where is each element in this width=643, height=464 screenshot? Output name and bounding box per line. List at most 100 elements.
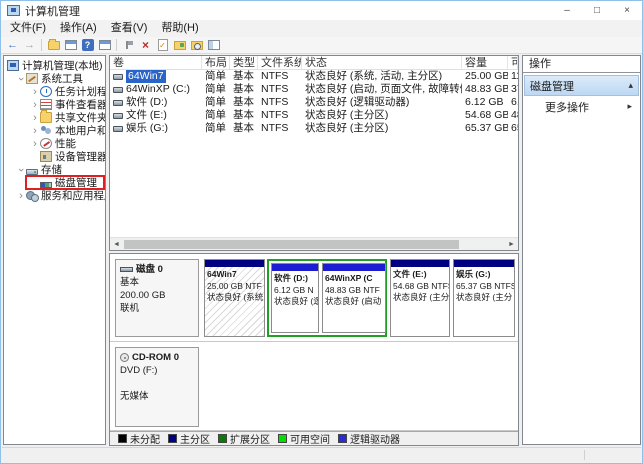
action-flag-icon[interactable]	[121, 38, 136, 52]
primary-partition-bar	[391, 260, 449, 267]
properties-icon[interactable]: ✓	[155, 38, 170, 52]
legend-color-swatch	[168, 434, 177, 443]
expander-icon[interactable]: ›	[16, 74, 26, 84]
folder-up-icon[interactable]	[172, 38, 187, 52]
task-scheduler-icon	[40, 86, 52, 97]
minimize-button[interactable]: –	[552, 1, 582, 20]
menu-bar: 文件(F) 操作(A) 查看(V) 帮助(H)	[1, 20, 642, 37]
expander-icon[interactable]: ›	[16, 165, 26, 175]
legend-color-swatch	[338, 434, 347, 443]
menu-view[interactable]: 查看(V)	[104, 20, 155, 37]
console-tree: 计算机管理(本地) › 系统工具 › 任务计划程序 › 事件查看器 › 共享文件…	[3, 55, 106, 445]
computer-management-window: 计算机管理 – □ × 文件(F) 操作(A) 查看(V) 帮助(H) ← → …	[0, 0, 643, 464]
back-icon[interactable]: ←	[5, 38, 20, 52]
device-manager-icon	[40, 151, 52, 162]
expander-icon[interactable]: ›	[30, 113, 40, 123]
volume-list-header: 卷 布局 类型 文件系统 状态 容量 可用	[110, 56, 518, 70]
performance-icon	[40, 138, 52, 149]
cdrom-info[interactable]: CD-ROM 0 DVD (F:) 无媒体	[115, 347, 199, 427]
primary-partition-bar	[205, 260, 264, 267]
legend-color-swatch	[278, 434, 287, 443]
collapse-icon[interactable]: ▴	[628, 80, 633, 91]
column-type[interactable]: 类型	[230, 56, 258, 69]
actions-group-disk-management[interactable]: 磁盘管理 ▴	[524, 75, 639, 96]
close-button[interactable]: ×	[612, 1, 642, 20]
volume-icon	[113, 74, 123, 80]
toolbar-separator	[116, 39, 117, 51]
menu-file[interactable]: 文件(F)	[3, 20, 53, 37]
logical-drive-bar	[323, 264, 385, 271]
window-title: 计算机管理	[25, 3, 80, 19]
expander-icon[interactable]: ›	[30, 87, 40, 97]
volume-icon	[113, 126, 123, 132]
legend-unallocated: 未分配	[118, 431, 160, 446]
expander-icon[interactable]: ›	[16, 191, 26, 201]
partition-software-d[interactable]: 软件 (D:) 6.12 GB N 状态良好 (逻	[271, 263, 319, 333]
legend-color-swatch	[118, 434, 127, 443]
scrollbar-thumb[interactable]	[124, 240, 459, 249]
cdrom-icon	[120, 353, 129, 362]
local-users-groups-icon	[40, 125, 52, 136]
computer-icon	[7, 60, 19, 71]
panel-view-icon[interactable]	[206, 38, 221, 52]
expander-icon[interactable]: ›	[30, 139, 40, 149]
toolbar-separator	[41, 39, 42, 51]
partition-legend: 未分配 主分区 扩展分区 可用空间 逻辑驱动器	[110, 431, 518, 445]
delete-icon[interactable]: ×	[138, 38, 153, 52]
legend-primary: 主分区	[168, 431, 210, 446]
submenu-arrow-icon: ▸	[627, 101, 632, 112]
tree-item-services-apps[interactable]: › 服务和应用程序	[4, 189, 105, 202]
expander-icon[interactable]: ›	[30, 100, 40, 110]
maximize-button[interactable]: □	[582, 1, 612, 20]
menu-action[interactable]: 操作(A)	[53, 20, 104, 37]
disk0-info[interactable]: 磁盘 0 基本 200.00 GB 联机	[115, 259, 199, 337]
console-window-icon[interactable]	[63, 38, 78, 52]
services-apps-icon	[26, 190, 38, 201]
shared-folders-icon	[40, 112, 52, 123]
actions-title: 操作	[523, 56, 640, 73]
volume-row-file-e[interactable]: 文件 (E:) 简单 基本 NTFS 状态良好 (主分区) 54.68 GB 4…	[110, 109, 518, 122]
disk-icon	[120, 267, 133, 272]
show-console-tree-icon[interactable]	[46, 38, 61, 52]
column-capacity[interactable]: 容量	[462, 56, 508, 69]
forward-icon[interactable]: →	[22, 38, 37, 52]
column-free[interactable]: 可用	[508, 56, 518, 69]
event-viewer-icon	[40, 99, 52, 110]
scroll-left-icon[interactable]: ◄	[110, 238, 123, 251]
status-bar-divider	[584, 450, 585, 460]
status-bar	[2, 447, 641, 462]
show-action-pane-icon[interactable]	[97, 38, 112, 52]
disk0-row: 磁盘 0 基本 200.00 GB 联机 64Win7 25.00 GB NTF…	[110, 259, 518, 337]
app-icon	[7, 5, 20, 16]
title-bar: 计算机管理 – □ ×	[1, 1, 642, 20]
scroll-right-icon[interactable]: ►	[505, 238, 518, 251]
cdrom-row: CD-ROM 0 DVD (F:) 无媒体	[110, 347, 518, 427]
column-volume[interactable]: 卷	[110, 56, 202, 69]
volume-row-64win7[interactable]: 64Win7 简单 基本 NTFS 状态良好 (系统, 活动, 主分区) 25.…	[110, 70, 518, 83]
partition-file-e[interactable]: 文件 (E:) 54.68 GB NTFS 状态良好 (主分	[390, 259, 450, 337]
folder-search-icon[interactable]	[189, 38, 204, 52]
volume-row-64winxp[interactable]: 64WinXP (C:) 简单 基本 NTFS 状态良好 (启动, 页面文件, …	[110, 83, 518, 96]
row-separator	[110, 341, 518, 342]
more-actions-item[interactable]: 更多操作 ▸	[523, 96, 640, 117]
partition-64win7[interactable]: 64Win7 25.00 GB NTF 状态良好 (系统	[204, 259, 265, 337]
column-status[interactable]: 状态	[302, 56, 462, 69]
menu-help[interactable]: 帮助(H)	[154, 20, 205, 37]
partition-64winxp-c[interactable]: 64WinXP (C 48.83 GB NTF 状态良好 (启动	[322, 263, 386, 333]
primary-partition-bar	[454, 260, 514, 267]
toolbar: ← → ? × ✓	[1, 37, 642, 54]
volume-icon	[113, 113, 123, 119]
logical-drive-bar	[272, 264, 318, 271]
legend-free-space: 可用空间	[278, 431, 330, 446]
volume-row-software-d[interactable]: 软件 (D:) 简单 基本 NTFS 状态良好 (逻辑驱动器) 6.12 GB …	[110, 96, 518, 109]
column-layout[interactable]: 布局	[202, 56, 230, 69]
volume-list-pane: 卷 布局 类型 文件系统 状态 容量 可用 64Win7 简单 基本 NTFS …	[109, 55, 519, 251]
disk-management-icon	[40, 182, 52, 188]
partition-entertainment-g[interactable]: 娱乐 (G:) 65.37 GB NTFS 状态良好 (主分	[453, 259, 515, 337]
volume-icon	[113, 87, 123, 93]
expander-icon[interactable]: ›	[30, 126, 40, 136]
help-icon[interactable]: ?	[80, 38, 95, 52]
column-filesystem[interactable]: 文件系统	[258, 56, 302, 69]
horizontal-scrollbar[interactable]: ◄ ►	[110, 237, 518, 250]
volume-row-entertainment-g[interactable]: 娱乐 (G:) 简单 基本 NTFS 状态良好 (主分区) 65.37 GB 6…	[110, 122, 518, 135]
